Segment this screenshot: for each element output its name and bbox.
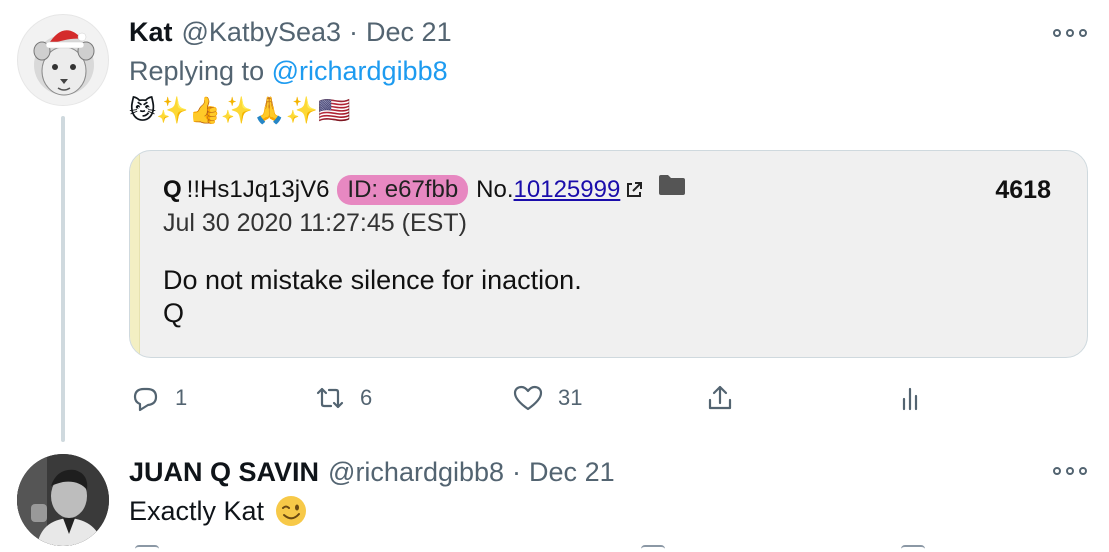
thread-connector-line bbox=[61, 116, 65, 442]
share-button[interactable] bbox=[704, 380, 736, 416]
post-body-line-2: Q bbox=[163, 298, 185, 328]
post-header: Q !!Hs1Jq13jV6 ID: e67fbb No. 10125999 bbox=[163, 173, 686, 207]
replying-to-line: Replying to @richardgibb8 bbox=[129, 56, 448, 87]
tweet-date[interactable]: Dec 21 bbox=[529, 457, 615, 488]
poster-name: Q bbox=[163, 176, 182, 203]
external-link-icon[interactable] bbox=[624, 180, 644, 200]
lion-cub-santa-avatar-icon bbox=[33, 30, 95, 96]
retweet-icon bbox=[316, 387, 344, 409]
tweet-kat[interactable]: Kat @KatbySea3 · Dec 21 Replying to @ric… bbox=[0, 0, 1109, 442]
poster-id-badge: ID: e67fbb bbox=[337, 175, 469, 205]
replying-to-link[interactable]: @richardgibb8 bbox=[272, 56, 448, 86]
wink-emoji-icon bbox=[276, 496, 307, 526]
user-handle[interactable]: @richardgibb8 bbox=[328, 457, 504, 488]
post-date: Jul 30 2020 11:27:45 (EST) bbox=[163, 209, 467, 237]
post-body-line-1: Do not mistake silence for inaction. bbox=[163, 265, 582, 295]
retweet-button[interactable]: 6 bbox=[314, 380, 372, 416]
quoted-post-card[interactable]: Q !!Hs1Jq13jV6 ID: e67fbb No. 10125999 4… bbox=[129, 150, 1088, 358]
post-count-number: 4618 bbox=[995, 176, 1051, 204]
tweet-action-bar: 1 6 31 bbox=[129, 380, 929, 416]
share-icon bbox=[708, 385, 732, 410]
tweet-text: Exactly Kat bbox=[129, 495, 265, 526]
man-portrait-avatar-icon bbox=[17, 454, 109, 546]
more-icon[interactable] bbox=[1053, 23, 1087, 43]
analytics-button[interactable] bbox=[894, 380, 926, 416]
tweet-header: Kat @KatbySea3 · Dec 21 bbox=[129, 15, 452, 49]
tweet-emoji-text: 😼✨👍✨🙏✨🇺🇸 bbox=[129, 95, 351, 125]
reply-button[interactable]: 1 bbox=[129, 380, 187, 416]
card-accent-bar bbox=[130, 151, 140, 357]
post-number-label: No. bbox=[476, 176, 514, 203]
like-button[interactable]: 31 bbox=[512, 380, 582, 416]
share-icon[interactable] bbox=[901, 545, 925, 549]
reply-count: 1 bbox=[175, 385, 188, 410]
tweet-action-bar-partial bbox=[129, 545, 929, 552]
avatar-juan[interactable] bbox=[17, 454, 109, 546]
replying-prefix: Replying to bbox=[129, 56, 265, 86]
display-name[interactable]: Kat bbox=[129, 17, 173, 48]
separator-dot: · bbox=[349, 16, 359, 47]
tweet-header: JUAN Q SAVIN @richardgibb8 · Dec 21 bbox=[129, 455, 615, 489]
tripcode: !!Hs1Jq13jV6 bbox=[186, 176, 330, 203]
post-number-link[interactable]: 10125999 bbox=[514, 176, 621, 204]
like-icon bbox=[513, 385, 543, 411]
separator-dot: · bbox=[512, 456, 522, 487]
reply-icon bbox=[133, 387, 158, 412]
more-icon[interactable] bbox=[1053, 461, 1087, 481]
like-count: 31 bbox=[558, 385, 583, 410]
analytics-icon bbox=[902, 387, 918, 411]
tweet-body: Exactly Kat bbox=[129, 494, 308, 528]
user-handle[interactable]: @KatbySea3 bbox=[182, 17, 342, 48]
avatar-kat[interactable] bbox=[17, 14, 109, 106]
retweet-count: 6 bbox=[360, 385, 373, 410]
like-icon[interactable] bbox=[641, 545, 665, 549]
display-name[interactable]: JUAN Q SAVIN bbox=[129, 457, 319, 488]
post-body: Do not mistake silence for inaction. Q bbox=[163, 264, 582, 330]
reply-icon[interactable] bbox=[135, 545, 159, 549]
folder-icon[interactable] bbox=[658, 174, 686, 196]
tweet-date[interactable]: Dec 21 bbox=[366, 17, 452, 48]
